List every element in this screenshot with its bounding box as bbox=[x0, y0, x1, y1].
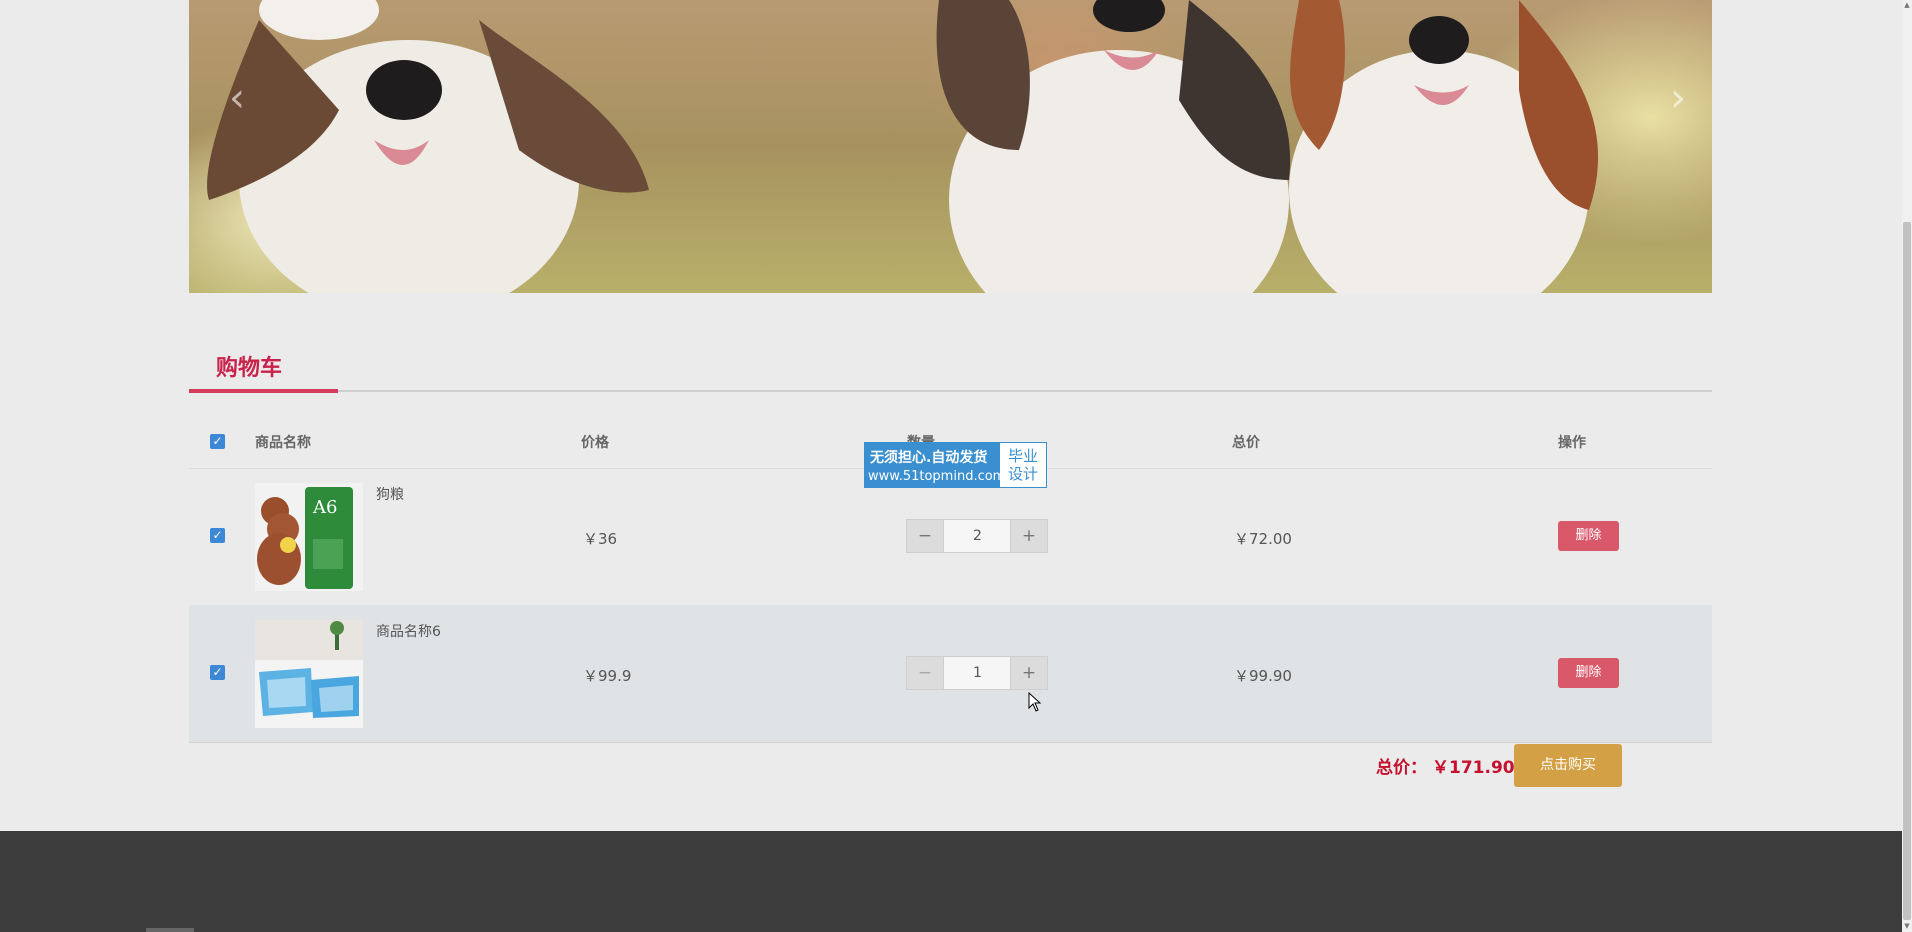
watermark-badge: 无须担心.自动发货 www.51topmind.com 毕业 设计 bbox=[864, 442, 1047, 488]
buy-button[interactable]: 点击购买 bbox=[1514, 744, 1622, 787]
product-name[interactable]: 狗粮 bbox=[376, 484, 404, 504]
column-header-name: 商品名称 bbox=[255, 435, 311, 451]
page-footer bbox=[0, 831, 1902, 932]
product-name[interactable]: 商品名称6 bbox=[376, 621, 441, 641]
footer-tab bbox=[146, 928, 194, 932]
plus-icon: + bbox=[1021, 526, 1037, 546]
dog-food-bag-image: A6 bbox=[255, 483, 363, 591]
dogs-banner-image bbox=[207, 0, 1599, 293]
item-checkbox[interactable]: ✓ bbox=[210, 528, 225, 543]
watermark-box: 毕业 设计 bbox=[1000, 443, 1046, 487]
increase-quantity-button[interactable]: + bbox=[1010, 657, 1047, 689]
total-amount: ￥171.90 bbox=[1432, 758, 1515, 778]
column-header-action: 操作 bbox=[1558, 435, 1586, 451]
title-divider bbox=[189, 390, 1712, 392]
check-icon: ✓ bbox=[212, 528, 223, 542]
select-all-checkbox[interactable]: ✓ bbox=[210, 434, 225, 449]
mouse-cursor-icon bbox=[1028, 692, 1042, 712]
svg-text:A6: A6 bbox=[312, 497, 337, 518]
title-underline bbox=[189, 389, 338, 393]
cart-row: ✓ A6 狗粮 ￥36 − 2 + ￥72.00 删除 bbox=[189, 468, 1712, 606]
watermark-url: www.51topmind.com bbox=[868, 469, 1006, 484]
cart-row: ✓ 商品名称6 ￥99.9 − 1 + ￥99.90 删除 bbox=[189, 605, 1712, 743]
decrease-quantity-button[interactable]: − bbox=[907, 520, 944, 552]
quantity-input[interactable]: 1 bbox=[944, 657, 1011, 689]
plus-icon: + bbox=[1021, 663, 1037, 683]
chevron-right-icon: › bbox=[1670, 75, 1686, 121]
item-subtotal: ￥72.00 bbox=[1234, 530, 1292, 548]
product-price: ￥99.9 bbox=[583, 667, 632, 685]
total-label: 总价： bbox=[1376, 758, 1427, 778]
minus-icon: − bbox=[917, 663, 933, 683]
chevron-left-icon: ‹ bbox=[229, 75, 245, 121]
column-header-price: 价格 bbox=[581, 435, 609, 451]
increase-quantity-button[interactable]: + bbox=[1010, 520, 1047, 552]
delete-button[interactable]: 删除 bbox=[1558, 521, 1619, 551]
carousel-next-button[interactable]: › bbox=[1663, 78, 1693, 118]
item-subtotal: ￥99.90 bbox=[1234, 667, 1292, 685]
scroll-up-icon[interactable]: ▲ bbox=[1903, 1, 1911, 9]
quantity-stepper: − 1 + bbox=[906, 656, 1048, 690]
quantity-stepper: − 2 + bbox=[906, 519, 1048, 553]
scrollbar-thumb[interactable] bbox=[1903, 222, 1911, 920]
carousel-prev-button[interactable]: ‹ bbox=[222, 78, 252, 118]
check-icon: ✓ bbox=[212, 434, 223, 448]
item-checkbox[interactable]: ✓ bbox=[210, 665, 225, 680]
hero-carousel: ‹ › bbox=[189, 0, 1712, 293]
vertical-scrollbar[interactable]: ▲ ▼ bbox=[1902, 0, 1912, 932]
minus-icon: − bbox=[917, 526, 933, 546]
delete-button[interactable]: 删除 bbox=[1558, 658, 1619, 688]
pet-tray-image bbox=[255, 620, 363, 728]
watermark-line1: 无须担心.自动发货 bbox=[870, 450, 988, 466]
decrease-quantity-button[interactable]: − bbox=[907, 657, 944, 689]
product-price: ￥36 bbox=[583, 530, 618, 548]
quantity-input[interactable]: 2 bbox=[944, 520, 1011, 552]
page-title: 购物车 bbox=[216, 356, 283, 381]
scroll-down-icon[interactable]: ▼ bbox=[1903, 922, 1911, 930]
column-header-total: 总价 bbox=[1232, 435, 1260, 451]
check-icon: ✓ bbox=[212, 665, 223, 679]
